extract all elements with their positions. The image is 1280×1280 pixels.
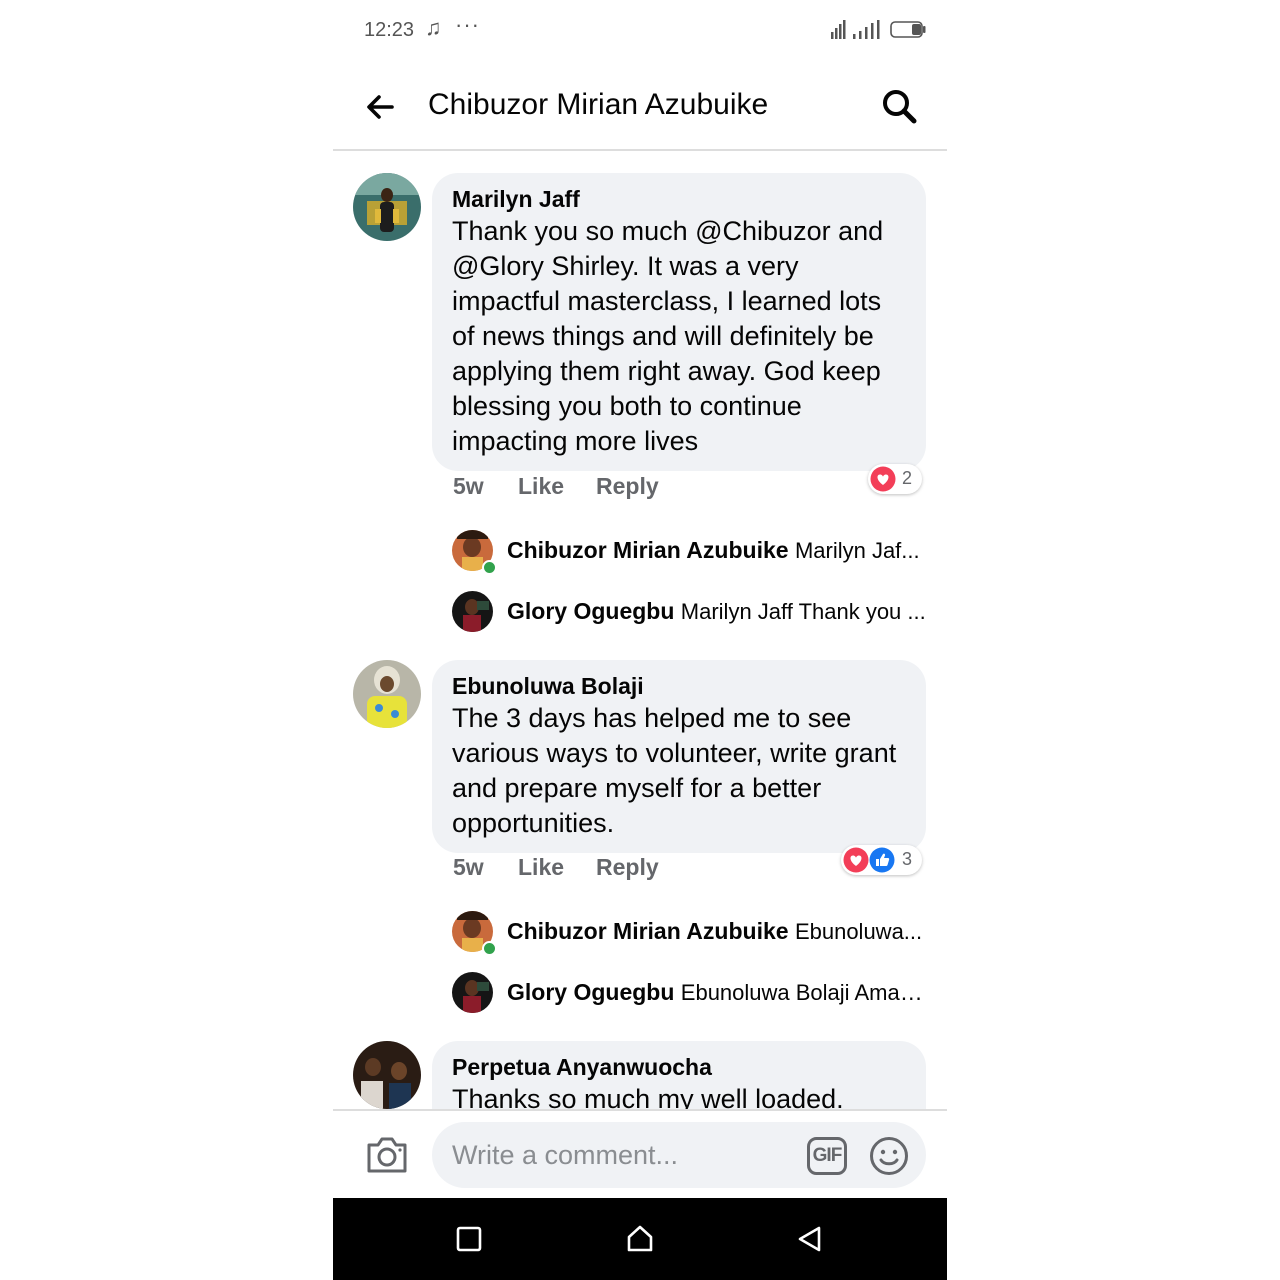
reply-button[interactable]: Reply — [596, 473, 659, 500]
reply-preview-row[interactable]: Chibuzor Mirian Azubuike Marilyn Jaf... — [452, 530, 922, 575]
reply-preview-row[interactable]: Glory Oguegbu Marilyn Jaff Thank you ... — [452, 591, 926, 633]
comment-text: Thank you so much @Chibuzor and @Glory S… — [452, 216, 884, 456]
reply-summary: Chibuzor Mirian Azubuike Ebunoluwa... — [507, 918, 927, 945]
reply-preview-text: Ebunoluwa... — [794, 919, 923, 944]
reaction-summary[interactable]: 2 — [868, 464, 922, 494]
comment-actions: 5w Like Reply — [453, 854, 673, 884]
comment-time: 5w — [453, 854, 484, 880]
love-reaction-icon — [870, 466, 896, 492]
reply-author: Chibuzor Mirian Azubuike — [507, 918, 789, 944]
music-note-icon: ♫ — [425, 15, 442, 40]
reply-summary: Glory Oguegbu Marilyn Jaff Thank you ... — [507, 598, 927, 625]
avatar[interactable] — [353, 660, 421, 728]
gif-label: GIF — [812, 1145, 843, 1166]
comments-feed[interactable]: Marilyn Jaff Thank you so much @Chibuzor… — [333, 151, 947, 1109]
status-time: 12:23 — [364, 19, 415, 41]
reaction-summary[interactable]: 3 — [841, 845, 922, 875]
comment-actions: 5w Like Reply — [453, 473, 673, 503]
emoji-icon[interactable] — [869, 1136, 909, 1176]
avatar — [452, 972, 493, 1013]
system-navigation-bar — [333, 1198, 947, 1280]
reply-preview-row[interactable]: Glory Oguegbu Ebunoluwa Bolaji Amaz... — [452, 972, 927, 1014]
like-reaction-icon — [869, 847, 895, 873]
back-arrow-icon[interactable] — [365, 92, 395, 122]
reply-button[interactable]: Reply — [596, 854, 659, 881]
comment-author[interactable]: Marilyn Jaff — [452, 184, 906, 214]
back-triangle-icon[interactable] — [795, 1224, 825, 1254]
love-reaction-icon — [843, 847, 869, 873]
reaction-count: 2 — [902, 468, 913, 488]
search-icon[interactable] — [881, 88, 917, 124]
comment-input[interactable] — [432, 1122, 926, 1188]
comment-bubble[interactable]: Perpetua Anyanwuocha Thanks so much my w… — [432, 1041, 926, 1109]
like-button[interactable]: Like — [518, 854, 564, 881]
reply-summary: Chibuzor Mirian Azubuike Marilyn Jaf... — [507, 537, 927, 564]
comment-composer: GIF — [333, 1109, 947, 1200]
status-bar: 12:23 ♫ ··· — [333, 0, 947, 62]
like-button[interactable]: Like — [518, 473, 564, 500]
camera-icon[interactable] — [365, 1135, 409, 1175]
home-icon[interactable] — [625, 1224, 655, 1254]
comment-text: Thanks so much my well loaded. — [452, 1084, 844, 1109]
avatar[interactable] — [353, 173, 421, 241]
page-title: Chibuzor Mirian Azubuike — [428, 88, 769, 121]
avatar — [452, 591, 493, 632]
signal-icon — [831, 20, 880, 39]
more-dots-icon: ··· — [455, 12, 480, 37]
comment-bubble[interactable]: Ebunoluwa Bolaji The 3 days has helped m… — [432, 660, 926, 853]
online-status-dot — [482, 941, 497, 956]
comment-author[interactable]: Ebunoluwa Bolaji — [452, 671, 906, 701]
battery-icon — [890, 21, 926, 38]
comment-text: The 3 days has helped me to see various … — [452, 703, 897, 838]
phone-screen: 12:23 ♫ ··· Chibuzor Mirian Azubuike Mar… — [333, 0, 947, 1280]
comment-time: 5w — [453, 473, 484, 499]
avatar[interactable] — [353, 1041, 421, 1109]
reply-author: Glory Oguegbu — [507, 598, 675, 624]
comment-bubble[interactable]: Marilyn Jaff Thank you so much @Chibuzor… — [432, 173, 926, 471]
online-status-dot — [482, 560, 497, 575]
reply-summary: Glory Oguegbu Ebunoluwa Bolaji Amaz... — [507, 979, 927, 1006]
gif-icon[interactable]: GIF — [807, 1137, 847, 1175]
reply-preview-row[interactable]: Chibuzor Mirian Azubuike Ebunoluwa... — [452, 911, 922, 956]
reply-preview-text: Ebunoluwa Bolaji Amaz... — [680, 980, 927, 1005]
top-app-bar: Chibuzor Mirian Azubuike — [333, 62, 947, 151]
reply-author: Chibuzor Mirian Azubuike — [507, 537, 789, 563]
reaction-count: 3 — [902, 849, 913, 869]
recent-apps-icon[interactable] — [454, 1224, 484, 1254]
reply-preview-text: Marilyn Jaff Thank you ... — [680, 599, 926, 624]
reply-author: Glory Oguegbu — [507, 979, 675, 1005]
comment-author[interactable]: Perpetua Anyanwuocha — [452, 1052, 906, 1082]
reply-preview-text: Marilyn Jaf... — [794, 538, 920, 563]
